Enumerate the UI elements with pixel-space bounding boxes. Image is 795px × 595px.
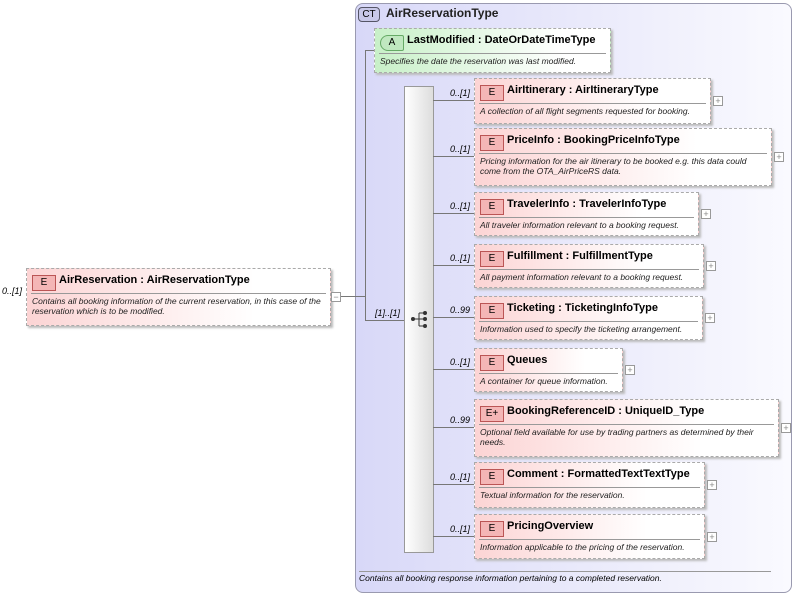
complex-type-badge: CT bbox=[358, 7, 380, 22]
element-title: Comment : FormattedTextTextType bbox=[507, 468, 690, 480]
divider bbox=[479, 424, 774, 425]
element-box[interactable]: E PricingOverview Information applicable… bbox=[474, 514, 705, 559]
connector bbox=[433, 156, 474, 157]
element-description: Textual information for the reservation. bbox=[480, 490, 625, 500]
sequence-icon bbox=[411, 311, 427, 328]
connector bbox=[433, 317, 474, 318]
element-box[interactable]: E+ BookingReferenceID : UniqueID_Type Op… bbox=[474, 399, 779, 457]
element-box[interactable]: E AirItinerary : AirItineraryType A coll… bbox=[474, 78, 711, 124]
expand-toggle[interactable]: + bbox=[625, 365, 635, 375]
expand-toggle[interactable]: + bbox=[701, 209, 711, 219]
expand-toggle[interactable]: + bbox=[774, 152, 784, 162]
root-element-description: Contains all booking information of the … bbox=[32, 296, 321, 316]
element-title: TravelerInfo : TravelerInfoType bbox=[507, 198, 667, 210]
attribute-title: LastModified : DateOrDateTimeType bbox=[407, 34, 596, 46]
element-description: All traveler information relevant to a b… bbox=[480, 220, 679, 230]
element-title: Fulfillment : FulfillmentType bbox=[507, 250, 653, 262]
element-box[interactable]: E Ticketing : TicketingInfoType Informat… bbox=[474, 296, 703, 340]
root-multiplicity: 0..[1] bbox=[2, 286, 23, 296]
element-description: Information used to specify the ticketin… bbox=[480, 324, 683, 334]
element-multiplicity: 0..99 bbox=[450, 415, 471, 425]
complex-type-title: AirReservationType bbox=[386, 6, 499, 20]
element-box[interactable]: E Fulfillment : FulfillmentType All paym… bbox=[474, 244, 704, 288]
collapse-toggle[interactable]: − bbox=[331, 292, 341, 302]
expand-toggle[interactable]: + bbox=[707, 532, 717, 542]
connector bbox=[433, 536, 474, 537]
element-badge: E bbox=[480, 251, 504, 267]
root-element-box[interactable]: E AirReservation : AirReservationType Co… bbox=[26, 268, 331, 326]
expand-toggle[interactable]: + bbox=[781, 423, 791, 433]
sequence-multiplicity: [1]..[1] bbox=[375, 308, 401, 318]
root-element-title: AirReservation : AirReservationType bbox=[59, 274, 250, 286]
element-description: Pricing information for the air itinerar… bbox=[480, 156, 747, 176]
divider bbox=[479, 217, 694, 218]
connector bbox=[433, 265, 474, 266]
element-badge: E bbox=[480, 85, 504, 101]
element-description: Information applicable to the pricing of… bbox=[480, 542, 685, 552]
connector bbox=[433, 484, 474, 485]
element-box[interactable]: E Queues A container for queue informati… bbox=[474, 348, 623, 392]
divider bbox=[479, 539, 700, 540]
complex-type-description: Contains all booking response informatio… bbox=[359, 573, 662, 583]
connector bbox=[365, 320, 404, 321]
element-description: All payment information relevant to a bo… bbox=[480, 272, 684, 282]
attribute-badge: A bbox=[380, 35, 404, 51]
element-multiplicity: 0..[1] bbox=[450, 472, 471, 482]
expand-toggle[interactable]: + bbox=[713, 96, 723, 106]
divider bbox=[379, 53, 606, 54]
connector bbox=[365, 50, 366, 321]
element-title: PriceInfo : BookingPriceInfoType bbox=[507, 134, 680, 146]
element-badge: E+ bbox=[480, 406, 504, 422]
element-title: PricingOverview bbox=[507, 520, 594, 532]
expand-toggle[interactable]: + bbox=[706, 261, 716, 271]
divider bbox=[31, 293, 326, 294]
element-badge: E bbox=[480, 469, 504, 485]
element-description: A container for queue information. bbox=[480, 376, 608, 386]
divider bbox=[479, 153, 767, 154]
connector bbox=[433, 213, 474, 214]
element-badge: E bbox=[480, 355, 504, 371]
element-description: A collection of all flight segments requ… bbox=[480, 106, 690, 116]
divider bbox=[479, 269, 699, 270]
element-box[interactable]: E Comment : FormattedTextTextType Textua… bbox=[474, 462, 705, 508]
element-multiplicity: 0..[1] bbox=[450, 524, 471, 534]
divider bbox=[479, 321, 698, 322]
element-multiplicity: 0..99 bbox=[450, 305, 471, 315]
element-badge: E bbox=[480, 135, 504, 151]
divider bbox=[479, 103, 706, 104]
element-title: Ticketing : TicketingInfoType bbox=[507, 302, 658, 314]
element-box[interactable]: E PriceInfo : BookingPriceInfoType Prici… bbox=[474, 128, 772, 186]
element-badge: E bbox=[480, 521, 504, 537]
element-title: AirItinerary : AirItineraryType bbox=[507, 84, 659, 96]
element-description: Optional field available for use by trad… bbox=[480, 427, 754, 447]
attribute-description: Specifies the date the reservation was l… bbox=[380, 56, 577, 66]
connector bbox=[433, 369, 474, 370]
expand-toggle[interactable]: + bbox=[705, 313, 715, 323]
divider bbox=[479, 373, 618, 374]
element-badge: E bbox=[480, 303, 504, 319]
element-box[interactable]: E TravelerInfo : TravelerInfoType All tr… bbox=[474, 192, 699, 236]
divider bbox=[479, 487, 700, 488]
connector bbox=[433, 427, 474, 428]
element-title: Queues bbox=[507, 354, 548, 366]
connector bbox=[433, 100, 474, 101]
expand-toggle[interactable]: + bbox=[707, 480, 717, 490]
element-badge: E bbox=[480, 199, 504, 215]
element-multiplicity: 0..[1] bbox=[450, 357, 471, 367]
connector bbox=[341, 296, 365, 297]
attribute-box[interactable]: A LastModified : DateOrDateTimeType Spec… bbox=[374, 28, 611, 73]
element-multiplicity: 0..[1] bbox=[450, 144, 471, 154]
element-multiplicity: 0..[1] bbox=[450, 201, 471, 211]
element-multiplicity: 0..[1] bbox=[450, 253, 471, 263]
footer-divider bbox=[359, 571, 771, 572]
element-multiplicity: 0..[1] bbox=[450, 88, 471, 98]
element-badge: E bbox=[32, 275, 56, 291]
element-title: BookingReferenceID : UniqueID_Type bbox=[507, 405, 705, 417]
